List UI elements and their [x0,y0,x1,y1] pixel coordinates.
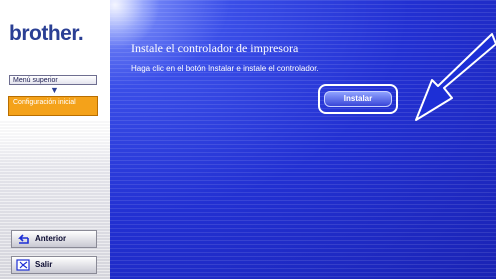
anterior-label: Anterior [35,234,67,243]
instruction-text: Haga clic en el botón Instalar e instale… [131,64,319,73]
logo-dot: . [77,22,84,45]
down-arrow-icon: ▼ [50,85,59,95]
configuracion-inicial-label: Configuración inicial [13,99,76,106]
logo-text: brother [9,22,78,45]
install-label: Instalar [343,94,373,103]
brother-logo: brother. [9,22,84,46]
install-highlight: Instalar [318,84,398,114]
anterior-button[interactable]: Anterior [11,230,97,248]
back-arrow-icon [18,234,29,244]
salir-label: Salir [35,260,53,269]
configuracion-inicial-button[interactable]: Configuración inicial [8,96,98,116]
install-button[interactable]: Instalar [324,91,392,107]
exit-icon [16,259,30,271]
sidebar: brother. Menú superior ▼ Configuración i… [0,0,110,279]
menu-superior-label: Menú superior [13,77,58,84]
pointer-arrow-icon [415,33,496,121]
menu-superior-button[interactable]: Menú superior [9,75,97,85]
page-title: Instale el controlador de impresora [131,41,299,55]
salir-button[interactable]: Salir [11,256,97,274]
